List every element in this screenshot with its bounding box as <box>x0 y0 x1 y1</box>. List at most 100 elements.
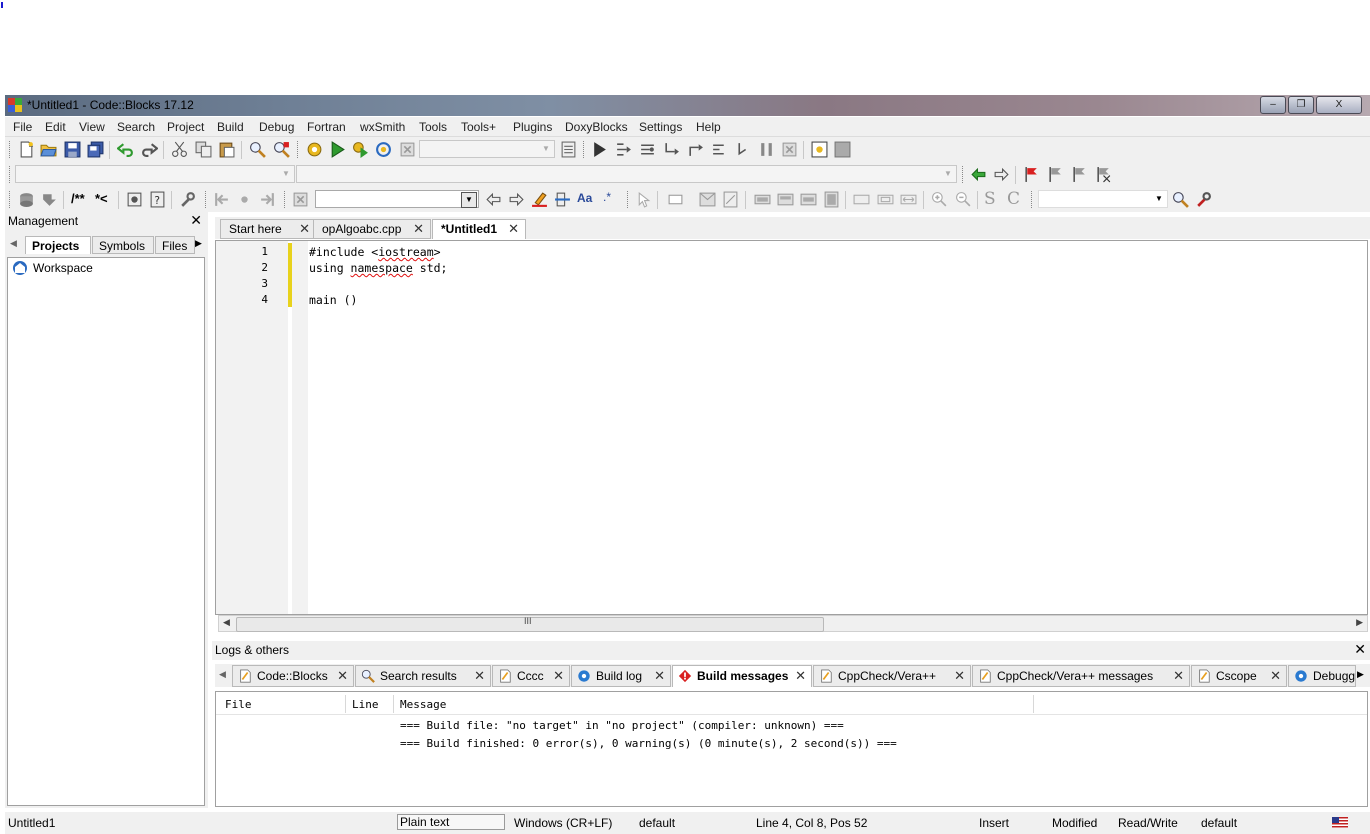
doxy-block-comment-button[interactable]: /** <box>71 191 85 206</box>
menu-plugins[interactable]: Plugins <box>513 120 552 134</box>
menu-tools-plus[interactable]: Tools+ <box>461 120 496 134</box>
zoom-in-icon[interactable] <box>931 191 948 208</box>
tab-build-messages[interactable]: Build messages ✕ <box>672 665 812 687</box>
column-message[interactable]: Message <box>400 698 446 711</box>
symbol-search-select[interactable]: ▼ <box>1038 190 1168 208</box>
step-out-icon[interactable] <box>687 141 704 158</box>
select-pointer-icon[interactable] <box>635 191 652 208</box>
close-tab-icon[interactable]: ✕ <box>654 666 665 686</box>
tab-opalgoabc[interactable]: opAlgoabc.cpp ✕ <box>313 219 431 239</box>
wx-spacer-icon[interactable] <box>853 191 870 208</box>
run-to-cursor-icon[interactable] <box>615 141 632 158</box>
close-tab-icon[interactable]: ✕ <box>337 666 348 686</box>
extract-docs-icon[interactable] <box>41 191 58 208</box>
incremental-search-clear-icon[interactable] <box>292 191 309 208</box>
search-next-icon[interactable] <box>508 191 525 208</box>
menu-file[interactable]: File <box>13 120 32 134</box>
build-and-run-icon[interactable] <box>352 141 369 158</box>
wx-grid-sizer-icon[interactable] <box>800 191 817 208</box>
search-prev-icon[interactable] <box>485 191 502 208</box>
management-close-button[interactable]: ✕ <box>190 212 202 229</box>
toolbar-grip[interactable] <box>962 166 966 183</box>
debug-info-icon[interactable] <box>834 141 851 158</box>
close-tab-icon[interactable]: ✕ <box>553 666 564 686</box>
tab-debugger[interactable]: Debugge <box>1288 665 1356 687</box>
menu-project[interactable]: Project <box>167 120 204 134</box>
tab-search-results[interactable]: Search results ✕ <box>355 665 491 687</box>
tab-symbols[interactable]: Symbols <box>92 236 154 254</box>
jump-forward-icon[interactable] <box>993 166 1010 183</box>
wx-sizer-c-icon[interactable]: C <box>1007 189 1020 209</box>
close-tab-icon[interactable]: ✕ <box>1173 666 1184 686</box>
next-bookmark-icon[interactable] <box>1071 166 1088 183</box>
scope-select[interactable]: ▼ <box>15 165 295 183</box>
jump-back-icon[interactable] <box>970 166 987 183</box>
debug-windows-icon[interactable] <box>811 141 828 158</box>
minimize-button[interactable]: – <box>1260 96 1286 114</box>
tab-scroll-left-icon[interactable]: ◀ <box>10 238 17 249</box>
tab-projects[interactable]: Projects <box>25 236 91 254</box>
run-chm-icon[interactable]: ? <box>149 191 166 208</box>
tab-codeblocks-log[interactable]: Code::Blocks ✕ <box>232 665 354 687</box>
wx-panel-icon[interactable] <box>667 191 684 208</box>
symbol-search-icon[interactable] <box>1172 191 1189 208</box>
tab-cppcheck-vera[interactable]: CppCheck/Vera++ ✕ <box>813 665 971 687</box>
menu-view[interactable]: View <box>79 120 105 134</box>
settings-wrench-icon[interactable] <box>1195 191 1212 208</box>
toolbar-grip[interactable] <box>583 141 587 158</box>
log-message-row[interactable]: === Build file: "no target" in "no proje… <box>400 719 844 732</box>
selected-text-only-icon[interactable] <box>554 191 571 208</box>
close-tab-icon[interactable]: ✕ <box>413 220 424 238</box>
doxy-line-comment-button[interactable]: *< <box>95 191 108 206</box>
menu-doxyblocks[interactable]: DoxyBlocks <box>565 120 628 134</box>
tab-files[interactable]: Files <box>155 236 195 254</box>
wx-sizer-s-icon[interactable]: S <box>984 189 996 209</box>
toolbar-grip[interactable] <box>9 141 13 158</box>
tab-cppcheck-vera-messages[interactable]: CppCheck/Vera++ messages ✕ <box>972 665 1190 687</box>
toggle-bookmark-icon[interactable] <box>1023 166 1040 183</box>
abort-icon[interactable] <box>399 141 416 158</box>
close-tab-icon[interactable]: ✕ <box>508 220 519 238</box>
status-lexer[interactable]: Plain text <box>397 814 505 830</box>
incremental-search-input[interactable]: ▼ <box>315 190 479 208</box>
close-tab-icon[interactable]: ✕ <box>299 220 310 238</box>
doxywizard-icon[interactable] <box>18 191 35 208</box>
rebuild-icon[interactable] <box>375 141 392 158</box>
toolbar-grip[interactable] <box>1031 191 1035 208</box>
menu-fortran[interactable]: Fortran <box>307 120 346 134</box>
menu-debug[interactable]: Debug <box>259 120 294 134</box>
close-button[interactable]: X <box>1316 96 1362 114</box>
log-message-row[interactable]: === Build finished: 0 error(s), 0 warnin… <box>400 737 897 750</box>
wx-expand-icon[interactable] <box>900 191 917 208</box>
undo-icon[interactable] <box>117 141 134 158</box>
match-case-icon[interactable]: Aa <box>577 191 592 205</box>
tab-start-here[interactable]: Start here ✕ <box>220 219 317 239</box>
tab-cccc[interactable]: Cccc ✕ <box>492 665 570 687</box>
paste-icon[interactable] <box>218 141 235 158</box>
logs-scroll-left-icon[interactable]: ◀ <box>219 669 226 680</box>
menu-tools[interactable]: Tools <box>419 120 447 134</box>
toolbar-grip[interactable] <box>9 166 13 183</box>
logs-close-button[interactable]: ✕ <box>1354 641 1366 658</box>
save-icon[interactable] <box>64 141 81 158</box>
scroll-right-icon[interactable]: ▶ <box>1356 617 1363 628</box>
menu-search[interactable]: Search <box>117 120 155 134</box>
step-into-instruction-icon[interactable] <box>735 141 752 158</box>
wx-static-box-sizer-icon[interactable] <box>777 191 794 208</box>
wx-flex-sizer-icon[interactable] <box>823 191 840 208</box>
close-tab-icon[interactable]: ✕ <box>795 666 806 686</box>
run-icon[interactable] <box>329 141 346 158</box>
toolbar-grip[interactable] <box>205 191 209 208</box>
restore-button[interactable]: ❐ <box>1288 96 1314 114</box>
toolbar-grip[interactable] <box>297 141 301 158</box>
step-into-icon[interactable] <box>663 141 680 158</box>
close-tab-icon[interactable]: ✕ <box>474 666 485 686</box>
copy-icon[interactable] <box>195 141 212 158</box>
prev-bookmark-icon[interactable] <box>1047 166 1064 183</box>
zoom-out-icon[interactable] <box>955 191 972 208</box>
redo-icon[interactable] <box>141 141 158 158</box>
logs-scroll-right-icon[interactable]: ▶ <box>1357 669 1364 680</box>
close-tab-icon[interactable]: ✕ <box>954 666 965 686</box>
highlight-icon[interactable] <box>531 191 548 208</box>
save-all-icon[interactable] <box>87 141 104 158</box>
